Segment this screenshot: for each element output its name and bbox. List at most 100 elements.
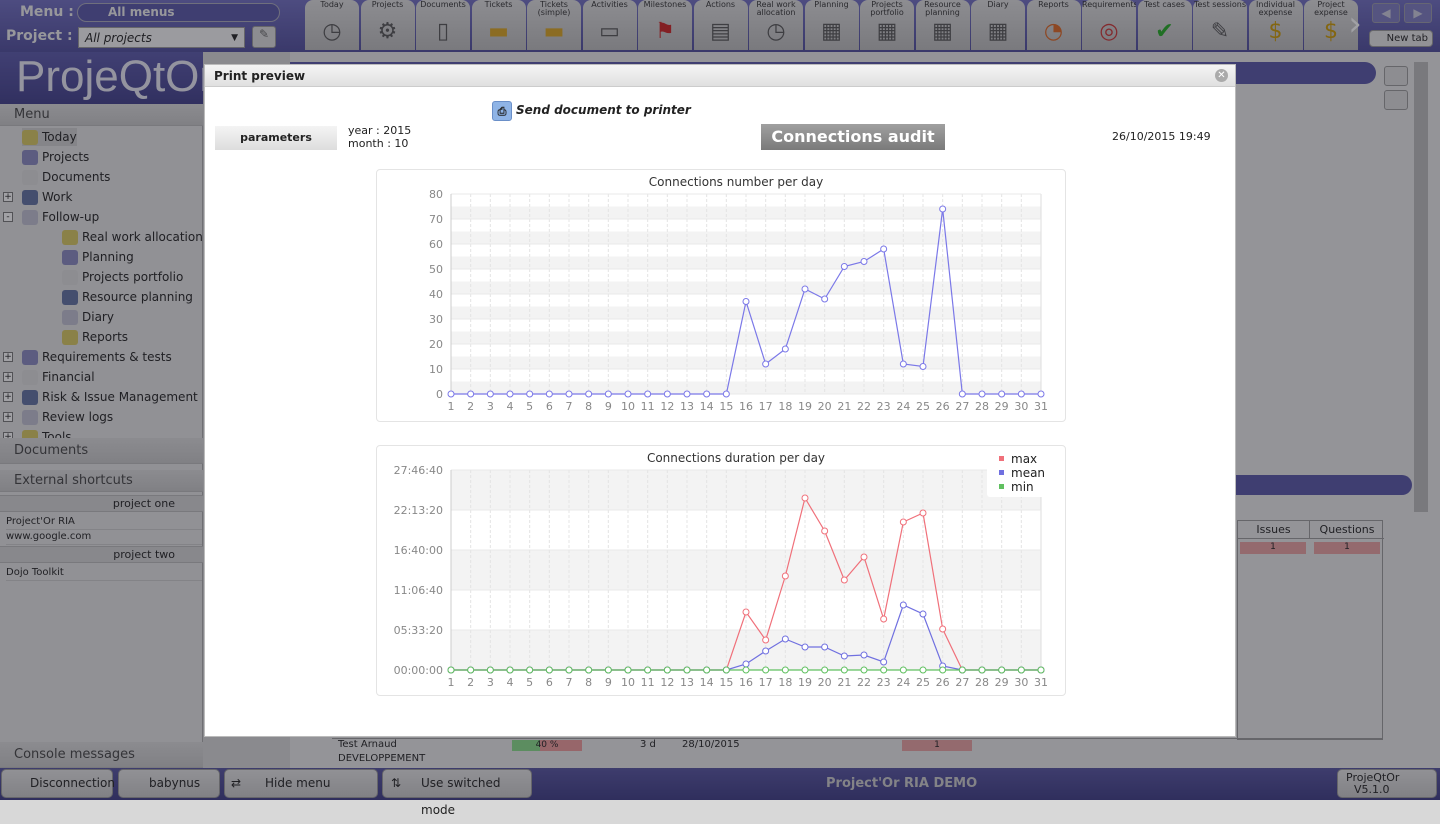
x-tick-label: 17 (759, 676, 773, 689)
x-tick-label: 23 (877, 676, 891, 689)
data-point (565, 666, 573, 674)
data-point (447, 666, 455, 674)
data-point (1017, 666, 1025, 674)
x-tick-label: 13 (680, 400, 694, 413)
grid-band (451, 306, 1041, 319)
x-tick-label: 1 (448, 400, 455, 413)
param-year: year : 2015 (348, 124, 412, 137)
data-point (703, 666, 711, 674)
data-point (919, 610, 927, 618)
data-point (781, 345, 789, 353)
grid-band (451, 231, 1041, 244)
x-tick-label: 31 (1034, 400, 1048, 413)
x-tick-label: 18 (778, 676, 792, 689)
data-point (683, 666, 691, 674)
y-tick-label: 0 (436, 388, 443, 401)
send-to-printer-link[interactable]: ⎙ Send document to printer (492, 100, 691, 121)
report-datetime: 26/10/2015 19:49 (1112, 130, 1211, 143)
data-point (978, 390, 986, 398)
data-point (801, 494, 809, 502)
x-tick-label: 22 (857, 400, 871, 413)
x-tick-label: 26 (936, 676, 950, 689)
data-point (781, 572, 789, 580)
x-tick-label: 3 (487, 676, 494, 689)
grid-band (451, 206, 1041, 219)
data-point (958, 666, 966, 674)
connections-duration-chart: Connections duration per day 1 2 3 4 5 6 7 8 9 10 1… (376, 445, 1066, 696)
y-tick-label: 27:46:40 (394, 464, 443, 477)
x-tick-label: 29 (995, 676, 1009, 689)
x-tick-label: 6 (546, 676, 553, 689)
data-point (683, 390, 691, 398)
close-icon[interactable]: ✕ (1215, 69, 1228, 82)
data-point (486, 390, 494, 398)
x-tick-label: 20 (818, 676, 832, 689)
x-tick-label: 10 (621, 676, 635, 689)
data-point (860, 553, 868, 561)
y-tick-label: 11:06:40 (394, 584, 443, 597)
x-tick-label: 24 (896, 400, 910, 413)
data-point (939, 666, 947, 674)
data-point (742, 608, 750, 616)
x-tick-label: 1 (448, 676, 455, 689)
data-point (821, 666, 829, 674)
data-point (840, 652, 848, 660)
x-tick-label: 27 (955, 400, 969, 413)
x-tick-label: 30 (1014, 400, 1028, 413)
x-tick-label: 23 (877, 400, 891, 413)
data-point (624, 666, 632, 674)
data-point (703, 390, 711, 398)
data-point (880, 658, 888, 666)
x-tick-label: 10 (621, 400, 635, 413)
x-tick-label: 25 (916, 400, 930, 413)
x-tick-label: 18 (778, 400, 792, 413)
parameters-button[interactable]: parameters (215, 126, 337, 150)
data-point (762, 647, 770, 655)
data-point (860, 651, 868, 659)
data-point (545, 390, 553, 398)
data-point (447, 390, 455, 398)
data-point (978, 666, 986, 674)
data-point (801, 285, 809, 293)
grid-band (451, 331, 1041, 344)
data-point (919, 363, 927, 370)
x-tick-label: 2 (467, 676, 474, 689)
y-tick-label: 50 (429, 263, 443, 276)
x-tick-label: 19 (798, 676, 812, 689)
legend-swatch-mean (999, 470, 1004, 475)
data-point (526, 390, 534, 398)
x-tick-label: 12 (660, 676, 674, 689)
parameters-values: year : 2015 month : 10 (348, 124, 411, 150)
y-tick-label: 30 (429, 313, 443, 326)
data-point (939, 625, 947, 633)
y-tick-label: 22:13:20 (394, 504, 443, 517)
data-point (663, 666, 671, 674)
data-point (919, 509, 927, 517)
x-tick-label: 24 (896, 676, 910, 689)
data-point (604, 390, 612, 398)
data-point (644, 666, 652, 674)
data-point (742, 666, 750, 674)
data-point (565, 390, 573, 398)
x-tick-label: 11 (641, 400, 655, 413)
y-tick-label: 16:40:00 (394, 544, 443, 557)
data-point (762, 666, 770, 674)
x-tick-label: 29 (995, 400, 1009, 413)
x-tick-label: 27 (955, 676, 969, 689)
x-tick-label: 7 (566, 400, 573, 413)
y-tick-label: 10 (429, 363, 443, 376)
x-tick-label: 5 (526, 400, 533, 413)
x-tick-label: 11 (641, 676, 655, 689)
data-point (919, 666, 927, 674)
x-tick-label: 9 (605, 400, 612, 413)
legend-label-min: min (1011, 480, 1034, 494)
x-tick-label: 21 (837, 400, 851, 413)
x-tick-label: 15 (719, 676, 733, 689)
dialog-title-text: Print preview (214, 69, 306, 83)
y-tick-label: 70 (429, 213, 443, 226)
data-point (486, 666, 494, 674)
x-tick-label: 8 (585, 400, 592, 413)
data-point (860, 258, 868, 265)
data-point (585, 390, 593, 398)
x-tick-label: 16 (739, 676, 753, 689)
